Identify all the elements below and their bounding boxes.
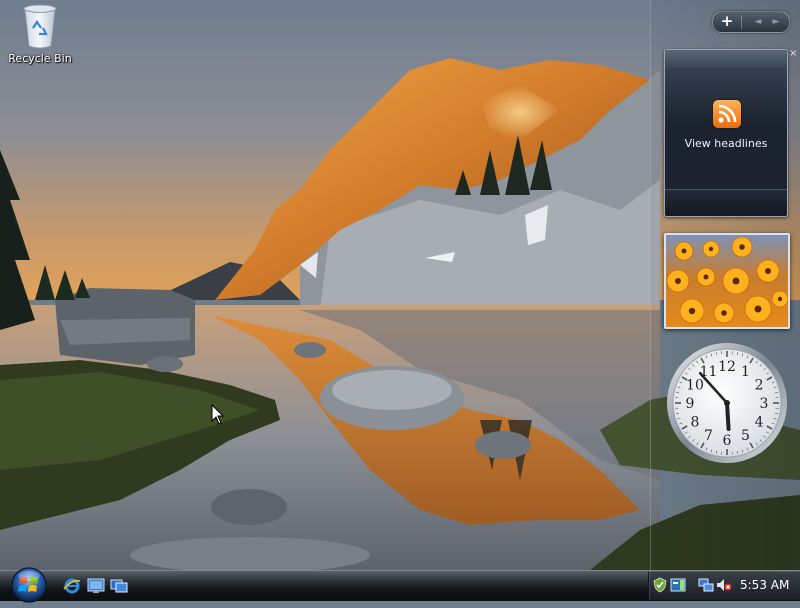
feed-headlines-gadget[interactable]: View headlines: [664, 49, 788, 217]
rss-icon: [713, 100, 741, 128]
previous-page-button[interactable]: ◄: [749, 12, 767, 32]
add-gadget-button[interactable]: +: [717, 12, 737, 32]
slideshow-image: [666, 235, 788, 327]
desktop-icon-recycle-bin[interactable]: Recycle Bin: [6, 2, 74, 65]
volume-muted-icon[interactable]: [716, 577, 732, 593]
windows-defender-icon[interactable]: [652, 577, 668, 593]
clock-numeral: 3: [760, 396, 769, 412]
clock-numeral: 9: [686, 396, 695, 412]
internet-explorer-icon: [63, 577, 81, 595]
notification-area: 5:53 AM: [648, 572, 800, 600]
clock-numeral: 2: [755, 378, 764, 394]
taskbar-clock[interactable]: 5:53 AM: [740, 578, 789, 592]
clock-numeral: 11: [700, 364, 718, 380]
quick-launch-switch-windows[interactable]: [110, 577, 128, 595]
windows-logo-icon: [9, 565, 49, 605]
clock-gadget[interactable]: 123456789101112: [666, 340, 788, 466]
switch-windows-icon: [110, 577, 128, 595]
sidebar-controls: + ◄ ►: [712, 11, 790, 33]
desktop-icon-label: Recycle Bin: [6, 52, 74, 65]
taskbar: 5:53 AM: [0, 570, 800, 601]
quick-launch-internet-explorer[interactable]: [63, 577, 81, 595]
clock-numeral: 8: [690, 415, 699, 431]
controls-divider: [741, 15, 742, 29]
start-button[interactable]: [9, 565, 49, 605]
gadget-close-button[interactable]: ×: [789, 48, 797, 59]
slideshow-gadget[interactable]: [664, 233, 790, 329]
clock-numeral: 1: [741, 364, 750, 380]
windows-sidebar-icon[interactable]: [670, 577, 686, 593]
mouse-cursor: [211, 404, 225, 426]
view-headlines-link[interactable]: View headlines: [665, 137, 787, 150]
analog-clock: 123456789101112: [666, 340, 788, 466]
windows-sidebar: + ◄ ► × View headlines: [650, 0, 800, 570]
next-page-button[interactable]: ►: [767, 12, 785, 32]
clock-numeral: 5: [741, 428, 750, 444]
gadget-footer: [665, 189, 787, 216]
quick-launch-show-desktop[interactable]: [87, 577, 105, 595]
clock-numeral: 7: [704, 428, 713, 444]
clock-numeral: 4: [755, 415, 764, 431]
clock-numeral: 6: [723, 433, 732, 449]
clock-numeral: 12: [718, 359, 736, 375]
network-icon[interactable]: [698, 577, 714, 593]
show-desktop-icon: [87, 577, 105, 595]
hour-hand: [727, 403, 729, 429]
recycle-bin-icon: [20, 2, 60, 50]
gadget-header: [665, 50, 787, 68]
